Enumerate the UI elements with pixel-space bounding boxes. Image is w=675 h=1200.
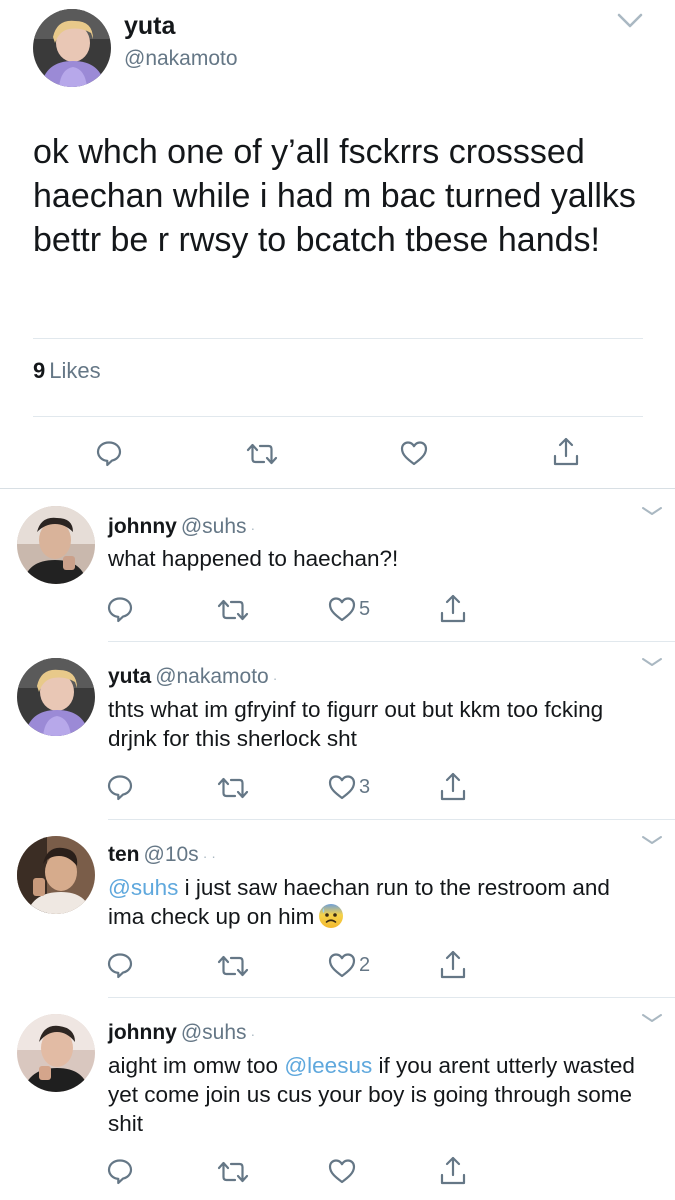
author-handle[interactable]: @nakamoto — [124, 47, 238, 71]
reply-tweet[interactable]: johnny @suhs · what happened to haechan?! … — [0, 489, 675, 641]
share-button[interactable] — [438, 1155, 468, 1187]
like-count: 2 — [359, 954, 371, 976]
heart-icon — [328, 597, 356, 622]
mention-link[interactable]: @suhs — [108, 875, 178, 900]
retweet-icon — [246, 443, 278, 465]
retweet-button[interactable] — [216, 597, 250, 623]
author-name[interactable]: yuta — [108, 665, 151, 688]
reply-button[interactable] — [106, 951, 134, 979]
avatar[interactable] — [17, 506, 95, 584]
like-button[interactable] — [327, 1157, 357, 1185]
author-handle[interactable]: @suhs — [181, 1021, 247, 1044]
retweet-icon — [217, 955, 249, 977]
like-button[interactable] — [327, 773, 357, 801]
share-button[interactable] — [438, 949, 468, 981]
separator-dot: · — [250, 520, 256, 536]
share-icon — [440, 594, 466, 623]
retweet-button[interactable] — [245, 441, 279, 467]
chevron-down-icon[interactable] — [615, 10, 645, 32]
reply-bubble-icon — [107, 953, 133, 979]
retweet-button[interactable] — [216, 1159, 250, 1185]
reply-bubble-icon — [107, 775, 133, 801]
likes-label: Likes — [49, 358, 101, 383]
chevron-down-icon[interactable] — [640, 833, 664, 847]
share-button[interactable] — [438, 771, 468, 803]
author-handle[interactable]: @10s — [144, 843, 199, 866]
separator-dot: · — [250, 1026, 256, 1042]
retweet-button[interactable] — [216, 775, 250, 801]
heart-icon — [400, 441, 428, 466]
reply-text-body: i just saw haechan run to the restroom a… — [108, 875, 610, 929]
separator-dot: · — [272, 670, 278, 686]
reply-button[interactable] — [95, 439, 123, 467]
avatar[interactable] — [33, 9, 111, 87]
reply-tweet[interactable]: johnny @suhs · aight im omw too @leesus if… — [0, 998, 675, 1200]
reply-text-body: aight im omw too — [108, 1053, 285, 1078]
like-button[interactable] — [327, 951, 357, 979]
likes-row[interactable]: 9 Likes — [33, 358, 101, 384]
main-tweet: yuta @nakamoto ok whch one of y’all fsck… — [0, 0, 675, 490]
heart-icon — [328, 775, 356, 800]
like-button[interactable] — [399, 439, 429, 467]
retweet-icon — [217, 1161, 249, 1183]
author-name[interactable]: yuta — [124, 12, 175, 41]
reply-bubble-icon — [107, 1159, 133, 1185]
chevron-down-icon[interactable] — [640, 1011, 664, 1025]
reply-button[interactable] — [106, 773, 134, 801]
reply-text: what happened to haechan?! — [108, 546, 399, 571]
author-handle[interactable]: @nakamoto — [155, 665, 269, 688]
reply-text: thts what im gfryinf to figurr out but k… — [108, 697, 604, 751]
reply-button[interactable] — [106, 1157, 134, 1185]
share-icon — [440, 1156, 466, 1185]
reply-tweet[interactable]: yuta @nakamoto · thts what im gfryinf to f… — [0, 642, 675, 820]
share-button[interactable] — [551, 436, 581, 468]
author-name[interactable]: ten — [108, 843, 140, 866]
mention-link[interactable]: @leesus — [284, 1053, 372, 1078]
reply-bubble-icon — [107, 597, 133, 623]
like-count: 3 — [359, 776, 371, 798]
retweet-icon — [217, 777, 249, 799]
anxious-face-with-sweat-icon — [318, 903, 344, 929]
like-count: 5 — [359, 598, 371, 620]
avatar[interactable] — [17, 836, 95, 914]
tweet-text: ok whch one of y’all fsckrrs crosssed ha… — [33, 133, 636, 259]
share-icon — [553, 437, 579, 466]
retweet-button[interactable] — [216, 953, 250, 979]
author-name[interactable]: johnny — [108, 515, 177, 538]
reply-text: @suhs i just saw haechan run to the rest… — [108, 873, 648, 931]
reply-bubble-icon — [96, 441, 122, 467]
reply-button[interactable] — [106, 595, 134, 623]
avatar[interactable] — [17, 658, 95, 736]
reply-tweet[interactable]: ten @10s · · @suhs i just saw haechan run … — [0, 820, 675, 998]
share-button[interactable] — [438, 593, 468, 625]
author-handle[interactable]: @suhs — [181, 515, 247, 538]
like-button[interactable] — [327, 595, 357, 623]
share-icon — [440, 772, 466, 801]
chevron-down-icon[interactable] — [640, 504, 664, 518]
retweet-icon — [217, 599, 249, 621]
likes-count: 9 — [33, 358, 46, 383]
heart-icon — [328, 953, 356, 978]
separator-dot: · · — [202, 848, 216, 864]
divider — [33, 338, 643, 339]
divider — [33, 416, 643, 417]
author-name[interactable]: johnny — [108, 1021, 177, 1044]
heart-icon — [328, 1159, 356, 1184]
share-icon — [440, 950, 466, 979]
reply-text: aight im omw too @leesus if you arent ut… — [108, 1051, 648, 1138]
avatar[interactable] — [17, 1014, 95, 1092]
chevron-down-icon[interactable] — [640, 655, 664, 669]
